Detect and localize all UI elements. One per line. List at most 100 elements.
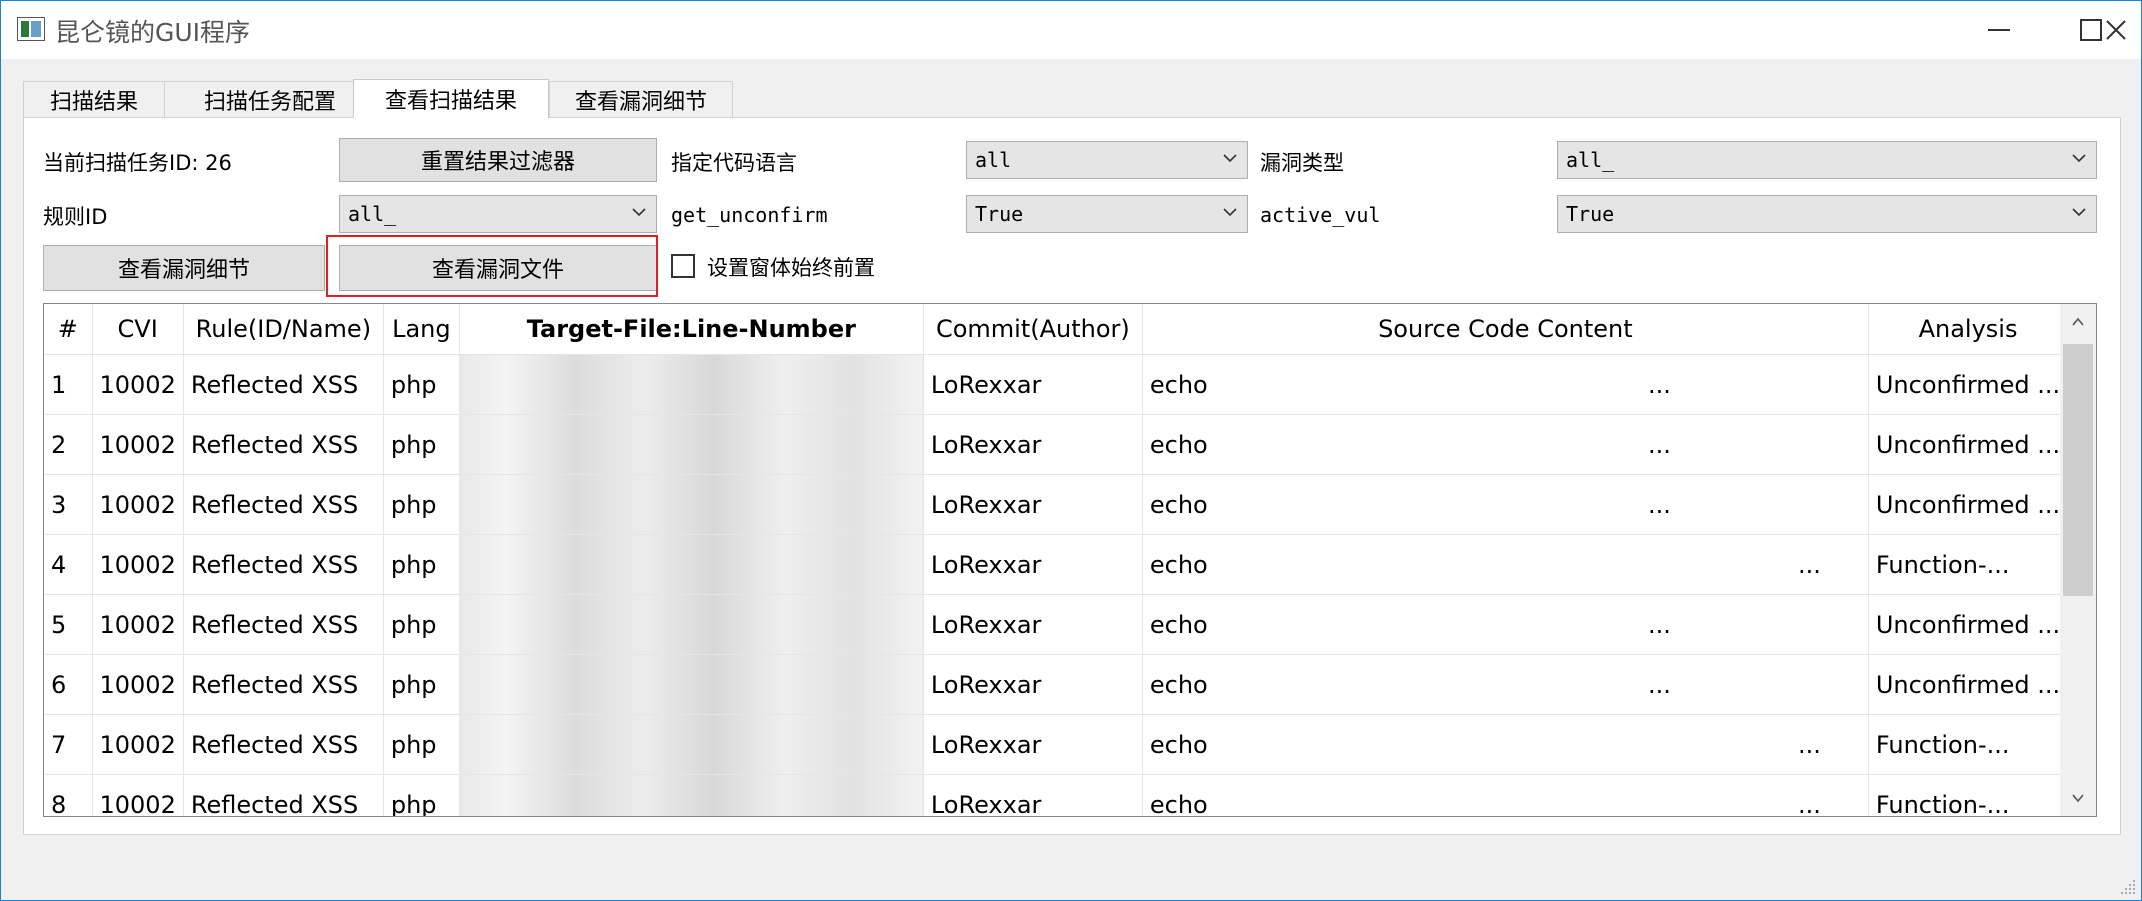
cell-source-code[interactable]: echo... [1142, 414, 1869, 475]
cell-lang[interactable]: php [383, 534, 460, 595]
tab-scan-task-config[interactable]: 扫描任务配置 [164, 81, 376, 117]
cell-lang[interactable]: php [383, 354, 460, 415]
cell-commit[interactable]: LoRexxar [923, 474, 1143, 535]
cell-num[interactable]: 5 [44, 594, 93, 655]
col-header-source-code[interactable]: Source Code Content [1142, 304, 1869, 355]
get-unconfirm-select[interactable]: True [966, 195, 1248, 233]
cell-rule[interactable]: Reflected XSS [183, 774, 384, 816]
cell-commit[interactable]: LoRexxar [923, 414, 1143, 475]
col-header-commit[interactable]: Commit(Author) [923, 304, 1143, 355]
active-vul-select[interactable]: True [1557, 195, 2097, 233]
cell-commit[interactable]: LoRexxar [923, 774, 1143, 816]
cell-lang[interactable]: php [383, 774, 460, 816]
cell-rule[interactable]: Reflected XSS [183, 354, 384, 415]
cell-cvi[interactable]: 10002 [92, 534, 184, 595]
cell-rule[interactable]: Reflected XSS [183, 414, 384, 475]
cell-target-file[interactable] [459, 474, 924, 535]
col-header-target-file[interactable]: Target-File:Line-Number [459, 304, 924, 355]
tab-scan-results[interactable]: 扫描结果 [23, 81, 165, 117]
table-row[interactable]: 6 10002 Reflected XSS php LoRexxar echo... Unc… [44, 654, 2069, 715]
cell-source-code[interactable]: echo... [1142, 654, 1869, 715]
cell-cvi[interactable]: 10002 [92, 714, 184, 775]
cell-source-code[interactable]: echo... [1142, 534, 1869, 595]
table-row[interactable]: 5 10002 Reflected XSS php LoRexxar echo... Unc… [44, 594, 2069, 655]
minimize-button[interactable] [1953, 1, 2045, 59]
cell-cvi[interactable]: 10002 [92, 594, 184, 655]
always-on-top-checkbox[interactable] [671, 254, 695, 278]
cell-num[interactable]: 6 [44, 654, 93, 715]
cell-analysis[interactable]: Unconfirmed ... [1868, 354, 2069, 415]
cell-rule[interactable]: Reflected XSS [183, 534, 384, 595]
resize-grip-icon[interactable] [2119, 878, 2137, 896]
cell-analysis[interactable]: Unconfirmed ... [1868, 654, 2069, 715]
cell-target-file[interactable] [459, 534, 924, 595]
cell-lang[interactable]: php [383, 594, 460, 655]
cell-target-file[interactable] [459, 414, 924, 475]
cell-lang[interactable]: php [383, 474, 460, 535]
cell-cvi[interactable]: 10002 [92, 354, 184, 415]
cell-analysis[interactable]: Unconfirmed ... [1868, 414, 2069, 475]
cell-num[interactable]: 1 [44, 354, 93, 415]
cell-source-code[interactable]: echo... [1142, 594, 1869, 655]
cell-target-file[interactable] [459, 594, 924, 655]
cell-source-code[interactable]: echo... [1142, 354, 1869, 415]
cell-lang[interactable]: php [383, 414, 460, 475]
cell-num[interactable]: 2 [44, 414, 93, 475]
cell-cvi[interactable]: 10002 [92, 654, 184, 715]
title-bar[interactable]: 昆仑镜的GUI程序 [1, 1, 2141, 59]
table-row[interactable]: 1 10002 Reflected XSS php LoRexxar echo... Unc… [44, 354, 2069, 415]
table-row[interactable]: 2 10002 Reflected XSS php LoRexxar echo... Unc… [44, 414, 2069, 475]
table-row[interactable]: 3 10002 Reflected XSS php LoRexxar echo... Unc… [44, 474, 2069, 535]
cell-analysis[interactable]: Function-... [1868, 774, 2069, 816]
cell-rule[interactable]: Reflected XSS [183, 594, 384, 655]
cell-cvi[interactable]: 10002 [92, 414, 184, 475]
cell-num[interactable]: 7 [44, 714, 93, 775]
cell-source-code[interactable]: echo... [1142, 714, 1869, 775]
code-language-select[interactable]: all [966, 141, 1248, 179]
cell-target-file[interactable] [459, 774, 924, 816]
table-row[interactable]: 4 10002 Reflected XSS php LoRexxar echo... Fun… [44, 534, 2069, 595]
cell-analysis[interactable]: Unconfirmed ... [1868, 474, 2069, 535]
close-button[interactable] [2091, 1, 2141, 59]
scrollbar-thumb[interactable] [2063, 344, 2093, 596]
cell-commit[interactable]: LoRexxar [923, 534, 1143, 595]
cell-target-file[interactable] [459, 354, 924, 415]
cell-lang[interactable]: php [383, 654, 460, 715]
cell-rule[interactable]: Reflected XSS [183, 474, 384, 535]
vertical-scrollbar[interactable] [2060, 304, 2096, 816]
cell-commit[interactable]: LoRexxar [923, 654, 1143, 715]
cell-num[interactable]: 8 [44, 774, 93, 816]
col-header-lang[interactable]: Lang [383, 304, 460, 355]
cell-lang[interactable]: php [383, 714, 460, 775]
results-table[interactable]: # CVI Rule(ID/Name) Lang Target-File:Lin… [43, 303, 2097, 817]
cell-rule[interactable]: Reflected XSS [183, 654, 384, 715]
view-vuln-detail-button[interactable]: 查看漏洞细节 [43, 245, 325, 291]
cell-commit[interactable]: LoRexxar [923, 354, 1143, 415]
cell-analysis[interactable]: Function-... [1868, 534, 2069, 595]
cell-source-code[interactable]: echo... [1142, 774, 1869, 816]
cell-analysis[interactable]: Function-... [1868, 714, 2069, 775]
col-header-analysis[interactable]: Analysis [1868, 304, 2069, 355]
table-row[interactable]: 7 10002 Reflected XSS php LoRexxar echo... Fun… [44, 714, 2069, 775]
cell-source-code[interactable]: echo... [1142, 474, 1869, 535]
tab-view-vuln-details[interactable]: 查看漏洞细节 [549, 81, 733, 117]
cell-cvi[interactable]: 10002 [92, 474, 184, 535]
tab-view-scan-results[interactable]: 查看扫描结果 [353, 79, 549, 118]
cell-rule[interactable]: Reflected XSS [183, 714, 384, 775]
cell-num[interactable]: 3 [44, 474, 93, 535]
reset-filter-button[interactable]: 重置结果过滤器 [339, 138, 657, 182]
col-header-rule[interactable]: Rule(ID/Name) [183, 304, 384, 355]
col-header-num[interactable]: # [44, 304, 93, 355]
col-header-cvi[interactable]: CVI [92, 304, 184, 355]
table-row[interactable]: 8 10002 Reflected XSS php LoRexxar echo... Fun… [44, 774, 2069, 816]
cell-analysis[interactable]: Unconfirmed ... [1868, 594, 2069, 655]
cell-commit[interactable]: LoRexxar [923, 594, 1143, 655]
cell-commit[interactable]: LoRexxar [923, 714, 1143, 775]
vuln-type-select[interactable]: all_ [1557, 141, 2097, 179]
cell-num[interactable]: 4 [44, 534, 93, 595]
scroll-up-arrow-icon[interactable] [2060, 304, 2096, 340]
cell-target-file[interactable] [459, 654, 924, 715]
cell-cvi[interactable]: 10002 [92, 774, 184, 816]
rule-id-select[interactable]: all_ [339, 195, 657, 233]
scroll-down-arrow-icon[interactable] [2060, 780, 2096, 816]
